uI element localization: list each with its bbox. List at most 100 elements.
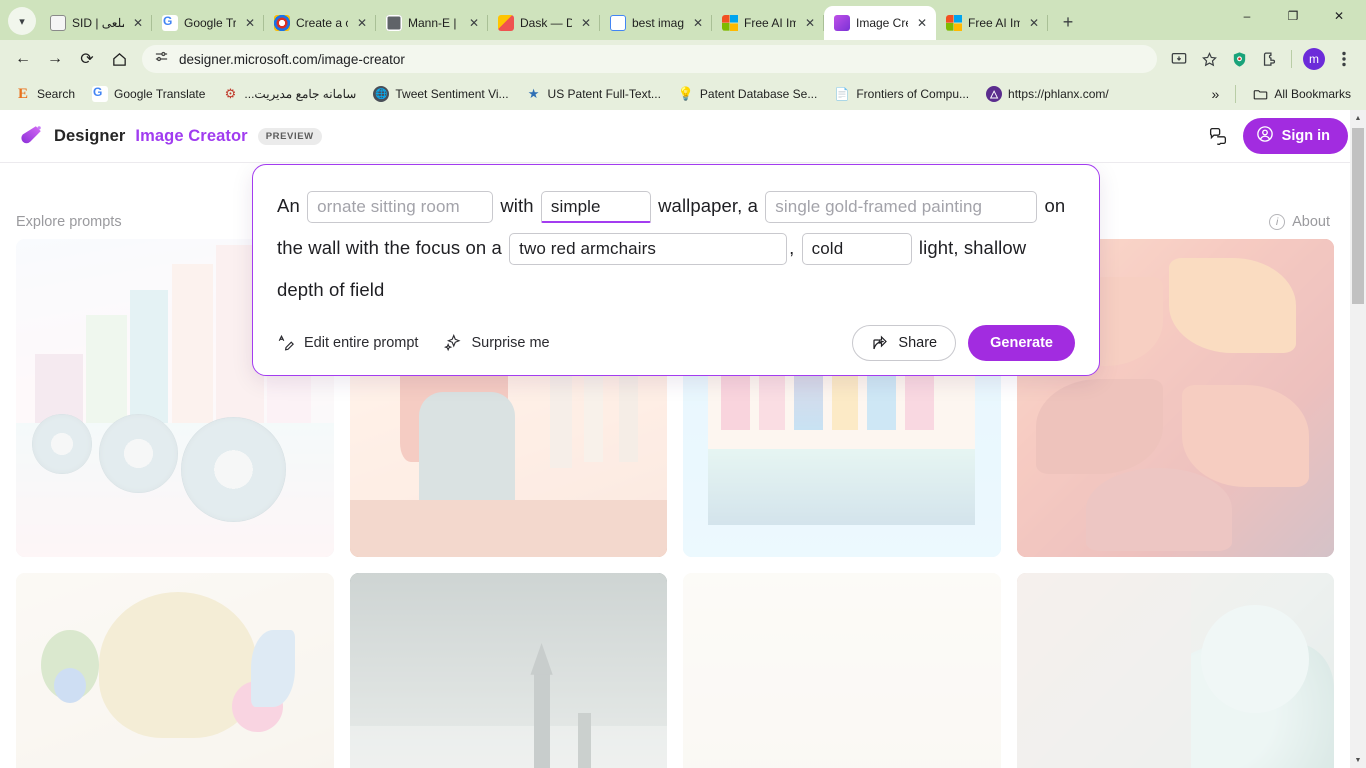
wallpaper-slot[interactable]: simple	[540, 191, 651, 224]
thumb-minimal-scene[interactable]	[683, 573, 1001, 768]
bookmark-item[interactable]: ⚙ سامانه جامع مدیریت...	[215, 83, 363, 105]
bookmark-item[interactable]: 🌐 Tweet Sentiment Vi...	[366, 83, 515, 105]
sign-in-button[interactable]: Sign in	[1242, 118, 1348, 154]
close-window-button[interactable]: ✕	[1316, 0, 1362, 32]
web-page: Designer Image Creator PREVIEW Sign in E…	[0, 110, 1366, 768]
browser-tab-active[interactable]: Image Cre ✕	[824, 6, 936, 40]
tab-close-icon[interactable]: ✕	[1026, 15, 1042, 31]
thumb-stormy-castle[interactable]	[349, 573, 667, 768]
artwork-slot[interactable]: single gold-framed painting	[765, 191, 1038, 224]
bookmark-item[interactable]: Google Translate	[85, 83, 212, 105]
bookmark-item[interactable]: ★ US Patent Full-Text...	[519, 83, 668, 105]
prompt-static-text: with	[495, 195, 539, 216]
surprise-me-label: Surprise me	[471, 335, 550, 351]
reload-icon[interactable]: ⟳	[72, 44, 102, 74]
browser-tab[interactable]: Free AI Im ✕	[936, 6, 1048, 40]
bookmark-item[interactable]: 💡 Patent Database Se...	[671, 83, 824, 105]
journal-icon: 📄	[834, 87, 850, 101]
profile-avatar[interactable]: m	[1300, 45, 1328, 73]
tab-search-chevron-down-icon[interactable]: ▾	[8, 7, 36, 35]
new-tab-button[interactable]: +	[1054, 8, 1082, 36]
scroll-up-arrow-icon[interactable]: ▲	[1350, 110, 1366, 126]
bookmarks-bar: E Search Google Translate ⚙ سامانه جامع …	[0, 78, 1366, 110]
feedback-chat-icon[interactable]	[1207, 125, 1229, 147]
google-translate-icon	[92, 86, 109, 102]
bookmark-item[interactable]: 📄 Frontiers of Compu...	[827, 83, 976, 105]
minimize-button[interactable]: –	[1224, 0, 1270, 32]
extensions-puzzle-icon[interactable]	[1255, 45, 1283, 73]
chrome-menu-icon[interactable]	[1330, 45, 1358, 73]
window-controls: – ❐ ✕	[1224, 0, 1362, 40]
product-name: Image Creator	[135, 126, 248, 145]
tune-icon[interactable]	[154, 49, 169, 69]
tab-title: best imag	[632, 16, 684, 30]
page-content: Explore prompts i About An ornate sittin…	[0, 163, 1366, 768]
forward-icon[interactable]: →	[40, 44, 70, 74]
page-scrollbar[interactable]: ▲ ▼	[1350, 110, 1366, 768]
shield-extension-icon[interactable]	[1225, 45, 1253, 73]
home-icon[interactable]	[104, 44, 134, 74]
tab-title: Google Tr	[184, 16, 236, 30]
browser-tab[interactable]: Create a c ✕	[264, 6, 376, 40]
browser-tab[interactable]: Google Tr ✕	[152, 6, 264, 40]
tab-close-icon[interactable]: ✕	[914, 15, 930, 31]
generic-site-icon	[50, 15, 66, 31]
explore-prompts-title: Explore prompts	[16, 214, 122, 230]
url-text[interactable]: designer.microsoft.com/image-creator	[179, 52, 405, 67]
scene-slot[interactable]: ornate sitting room	[307, 191, 494, 224]
about-label: About	[1292, 214, 1330, 230]
preview-badge: PREVIEW	[257, 127, 322, 145]
red-gear-icon: ⚙	[224, 86, 237, 101]
sign-in-label: Sign in	[1281, 128, 1330, 144]
bookmark-star-icon[interactable]	[1195, 45, 1223, 73]
prompt-static-text: ,	[789, 237, 800, 258]
designer-icon	[834, 15, 850, 31]
surprise-me-button[interactable]: Surprise me	[444, 334, 550, 352]
prompt-primary-actions: Share Generate	[852, 325, 1075, 361]
prompt-builder-card: An ornate sitting room with simple wallp…	[252, 164, 1100, 376]
bookmark-item[interactable]: △ https://phlanx.com/	[979, 83, 1116, 105]
edit-entire-prompt-button[interactable]: Edit entire prompt	[277, 334, 418, 352]
about-link[interactable]: i About	[1269, 214, 1350, 230]
tab-close-icon[interactable]: ✕	[242, 15, 258, 31]
subject-slot[interactable]: two red armchairs	[509, 233, 788, 266]
folder-icon	[1252, 86, 1268, 102]
maximize-button[interactable]: ❐	[1270, 0, 1316, 32]
tab-close-icon[interactable]: ✕	[578, 15, 594, 31]
lighting-slot[interactable]: cold	[801, 233, 912, 266]
header-actions: Sign in	[1207, 118, 1348, 154]
blue-star-icon: ★	[527, 86, 540, 101]
thumb-floral-hair[interactable]	[16, 573, 334, 768]
tab-close-icon[interactable]: ✕	[130, 15, 146, 31]
generate-button[interactable]: Generate	[968, 325, 1075, 361]
bookmark-item[interactable]: E Search	[8, 83, 82, 105]
prompt-static-text: wallpaper, a	[652, 195, 764, 216]
share-button[interactable]: Share	[852, 325, 957, 361]
dark-globe-icon: 🌐	[373, 86, 390, 102]
install-app-icon[interactable]	[1165, 45, 1193, 73]
tab-title: Create a c	[296, 16, 348, 30]
all-bookmarks-button[interactable]: All Bookmarks	[1245, 83, 1358, 105]
address-bar[interactable]: designer.microsoft.com/image-creator	[142, 45, 1157, 73]
lightbulb-icon: 💡	[677, 86, 694, 101]
tab-title: SID | ملعى	[72, 16, 124, 30]
scrollbar-track[interactable]	[1350, 126, 1366, 752]
browser-tab[interactable]: Mann-E | ✕	[376, 6, 488, 40]
browser-window: ▾ SID | ملعى ✕ Google Tr ✕ Create a c ✕ …	[0, 0, 1366, 768]
thumb-creature-scales[interactable]	[1016, 573, 1334, 768]
bookmarks-overflow-button[interactable]: »	[1205, 83, 1227, 105]
tab-close-icon[interactable]: ✕	[354, 15, 370, 31]
browser-tab[interactable]: best imag ✕	[600, 6, 712, 40]
tab-close-icon[interactable]: ✕	[466, 15, 482, 31]
dask-icon	[498, 15, 514, 31]
toolbar-actions: m	[1165, 45, 1358, 73]
browser-tab[interactable]: Free AI Im ✕	[712, 6, 824, 40]
tab-close-icon[interactable]: ✕	[690, 15, 706, 31]
tab-close-icon[interactable]: ✕	[802, 15, 818, 31]
browser-tab[interactable]: SID | ملعى ✕	[40, 6, 152, 40]
browser-tab[interactable]: Dask — D ✕	[488, 6, 600, 40]
scroll-down-arrow-icon[interactable]: ▼	[1350, 752, 1366, 768]
microsoft-icon	[722, 15, 738, 31]
back-icon[interactable]: ←	[8, 44, 38, 74]
scrollbar-thumb[interactable]	[1352, 128, 1364, 304]
